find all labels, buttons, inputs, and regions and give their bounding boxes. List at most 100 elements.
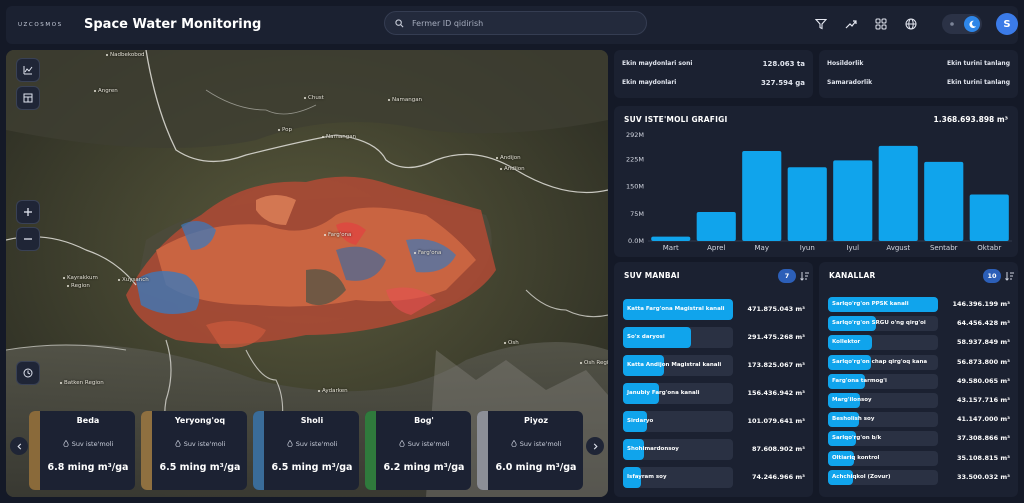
x-tick-label: Aprel	[707, 244, 725, 252]
chevron-right-icon	[593, 442, 598, 450]
stat-row: Samaradorlik Ekin turini tanlang	[827, 79, 1010, 86]
list-item-value: 56.873.800 m³	[956, 357, 1010, 366]
crop-card[interactable]: Yeryong'oq Suv iste'moli 6.5 ming m³/ga	[141, 411, 247, 490]
carousel-prev-button[interactable]	[10, 437, 28, 455]
chart-bar[interactable]	[878, 145, 918, 241]
list-item[interactable]: Marg'ilonsoy 43.157.716 m³	[828, 393, 1010, 408]
stat-label: Ekin maydonlari	[622, 79, 677, 86]
list-item[interactable]: Sarlqo'rg'on PPSK kanali 146.396.199 m³	[828, 297, 1010, 312]
stats-panel-left: Ekin maydonlari soni 128.063 ta Ekin may…	[614, 50, 813, 98]
list-item-label: Oltiariq kontrol	[832, 454, 880, 461]
list-item-label: Katta Andijon Magistral kanali	[627, 362, 722, 368]
sun-icon	[948, 20, 956, 28]
stat-value[interactable]: Ekin turini tanlang	[947, 60, 1010, 67]
list-item[interactable]: So'x daryosi 291.475.268 m³	[623, 327, 805, 348]
x-tick-label: May	[755, 244, 769, 252]
list-item-value: 35.108.815 m³	[956, 453, 1010, 462]
list-item[interactable]: Besholish soy 41.147.000 m³	[828, 412, 1010, 428]
search-input[interactable]	[412, 18, 612, 28]
water-source-panel: SUV MANBAI 7 Katta Farg'ona Magistral ka…	[614, 262, 813, 497]
history-button[interactable]	[16, 361, 40, 385]
list-item-value: 64.456.428 m³	[956, 319, 1010, 328]
crop-card[interactable]: Sholi Suv iste'moli 6.5 ming m³/ga	[253, 411, 359, 490]
trend-icon[interactable]	[843, 16, 859, 32]
zoom-in-button[interactable]	[16, 200, 40, 224]
crop-metric: Suv iste'moli	[153, 439, 247, 448]
map-place-label: Osh Region	[580, 360, 608, 366]
list-item[interactable]: Sarlqo'rg'on b/k 37.308.866 m³	[828, 431, 1010, 447]
crop-name: Sholi	[300, 416, 324, 425]
list-item-value: 43.157.716 m³	[956, 396, 1010, 404]
stats-panel-right: Hosildorlik Ekin turini tanlang Samarado…	[819, 50, 1018, 98]
filter-icon[interactable]	[813, 16, 829, 32]
crop-card[interactable]: Piyoz Suv iste'moli 6.0 ming m³/ga	[477, 411, 583, 490]
layout-icon	[23, 93, 33, 103]
stat-value[interactable]: Ekin turini tanlang	[947, 79, 1010, 86]
crop-stripe	[477, 411, 488, 490]
list-item[interactable]: Oltiariq kontrol 35.108.815 m³	[828, 450, 1010, 466]
crop-metric: Suv iste'moli	[377, 439, 471, 448]
list-item[interactable]: Kollektor 58.937.849 m³	[828, 335, 1010, 351]
crop-card[interactable]: Bog' Suv iste'moli 6.2 ming m³/ga	[365, 411, 471, 490]
crop-name: Bog'	[414, 416, 434, 425]
crop-metric-label: Suv iste'moli	[519, 440, 562, 448]
water-source-title: SUV MANBAI	[624, 271, 680, 280]
list-item[interactable]: Sirdaryo 101.079.641 m³	[623, 411, 805, 432]
crop-value: 6.2 ming m³/ga	[383, 462, 465, 473]
chart-bar[interactable]	[787, 167, 827, 241]
list-item[interactable]: Katta Andijon Magistral kanali 173.825.06…	[623, 355, 805, 376]
water-drop-icon	[63, 439, 69, 448]
list-item[interactable]: Isfayram soy 74.246.966 m³	[623, 467, 805, 488]
list-item-label: Janubiy Farg'ona kanali	[627, 390, 700, 396]
stat-label: Samaradorlik	[827, 79, 873, 86]
list-item[interactable]: Sarlqo'rg'on chap qirg'oq kana 56.873.800…	[828, 354, 1010, 370]
theme-toggle[interactable]	[942, 14, 982, 34]
x-tick-label: Iyun	[800, 244, 815, 252]
chart-toggle-button[interactable]	[16, 58, 40, 82]
chart-bar[interactable]	[742, 150, 782, 241]
list-item[interactable]: Katta Farg'ona Magistral kanali 471.875.0…	[623, 299, 805, 320]
crop-metric-label: Suv iste'moli	[295, 440, 338, 448]
list-item[interactable]: Sarlqo'rg'on SRGU o'ng qirg'oi 64.456.428…	[828, 316, 1010, 332]
list-item[interactable]: Janubiy Farg'ona kanali 156.436.942 m³	[623, 383, 805, 404]
list-item-value: 33.500.032 m³	[956, 472, 1010, 481]
crop-metric-label: Suv iste'moli	[407, 440, 450, 448]
water-drop-icon	[287, 439, 293, 448]
carousel-next-button[interactable]	[586, 437, 604, 455]
sort-icon[interactable]	[1005, 271, 1015, 281]
canals-count-badge: 10	[983, 269, 1001, 283]
dashboard-icon[interactable]	[873, 16, 889, 32]
logo: UZCOSMOS	[18, 18, 64, 32]
zoom-out-button[interactable]	[16, 227, 40, 251]
x-tick-label: Sentabr	[930, 244, 958, 252]
y-tick-label: 225M	[626, 155, 644, 163]
list-item-label: Katta Farg'ona Magistral kanali	[627, 306, 725, 312]
list-item[interactable]: Shohimardonsoy 87.608.902 m³	[623, 439, 805, 460]
chart-bar[interactable]	[833, 160, 873, 241]
x-tick-label: Iyul	[846, 244, 859, 252]
water-drop-icon	[511, 439, 517, 448]
water-usage-chart-panel: SUV ISTE'MOLI GRAFIGI 1.368.693.898 m³ 0…	[614, 106, 1018, 257]
list-item-value: 101.079.641 m³	[747, 417, 805, 425]
chart-bar[interactable]	[651, 236, 691, 241]
avatar[interactable]: S	[996, 13, 1018, 35]
map-place-label: Nadbekobod	[106, 52, 145, 58]
search-bar[interactable]	[384, 11, 647, 35]
chart-bar[interactable]	[696, 211, 736, 241]
search-icon	[395, 18, 404, 27]
chart-bar[interactable]	[924, 161, 964, 241]
list-item-value: 74.246.966 m³	[751, 473, 805, 481]
chart-bar[interactable]	[969, 194, 1009, 241]
crop-card[interactable]: Beda Suv iste'moli 6.8 ming m³/ga	[29, 411, 135, 490]
globe-icon[interactable]	[903, 16, 919, 32]
stat-row: Hosildorlik Ekin turini tanlang	[827, 60, 1010, 67]
list-item[interactable]: Farg'ona tarmog'i 49.580.065 m³	[828, 373, 1010, 389]
layers-toggle-button[interactable]	[16, 86, 40, 110]
list-item-value: 291.475.268 m³	[747, 333, 805, 341]
app-title: Space Water Monitoring	[84, 17, 262, 32]
sort-icon[interactable]	[800, 271, 810, 281]
crop-name: Yeryong'oq	[174, 416, 226, 425]
map-place-label: Kayrakkum	[63, 275, 98, 281]
list-item-label: Shohimardonsoy	[627, 446, 679, 452]
list-item[interactable]: Achchiqkol (Zovur) 33.500.032 m³	[828, 469, 1010, 485]
